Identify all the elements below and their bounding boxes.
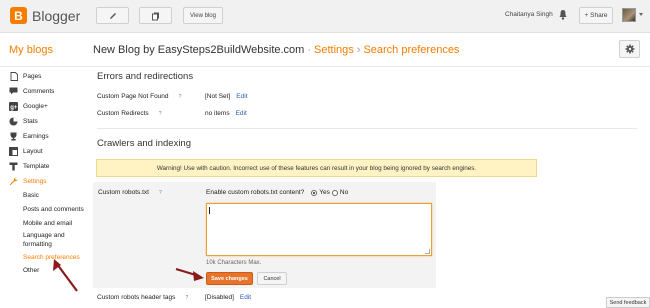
- pencil-icon: [109, 12, 116, 19]
- robots-txt-textarea[interactable]: [206, 203, 432, 256]
- sidebar-item-stats[interactable]: Stats: [9, 116, 38, 126]
- edit-link[interactable]: Edit: [236, 110, 247, 117]
- errors-section-title: Errors and redirections: [97, 71, 194, 82]
- send-feedback-button[interactable]: Send feedback: [606, 297, 650, 308]
- custom-robots-header-tags-label: Custom robots header tags?: [97, 294, 190, 302]
- user-name[interactable]: Chaitanya Singh: [505, 11, 553, 18]
- sidebar-item-layout[interactable]: Layout: [9, 146, 43, 156]
- section-divider: [97, 128, 637, 129]
- breadcrumb-page: Search preferences: [363, 44, 460, 56]
- row-label-text: Custom robots.txt: [98, 189, 149, 196]
- radio-yes-label[interactable]: Yes: [319, 189, 330, 196]
- share-button[interactable]: + Share: [579, 7, 613, 24]
- view-blog-button[interactable]: View blog: [183, 7, 223, 24]
- edit-link[interactable]: Edit: [236, 93, 247, 100]
- save-changes-button[interactable]: Save changes: [206, 272, 253, 285]
- sidebar-item-label: Template: [23, 162, 50, 170]
- breadcrumb-separator: ›: [356, 44, 361, 56]
- custom-page-not-found-value: [Not Set] Edit: [205, 93, 248, 100]
- breadcrumb: New Blog by EasySteps2BuildWebsite.com · S…: [93, 44, 459, 56]
- help-icon[interactable]: ?: [157, 190, 164, 197]
- help-icon[interactable]: ?: [177, 94, 184, 101]
- header-divider: [0, 66, 650, 67]
- row-value-text: [Not Set]: [205, 93, 231, 100]
- sidebar-item-label: Comments: [23, 87, 55, 95]
- warning-banner: Warning! Use with caution. Incorrect use…: [96, 159, 537, 177]
- radio-yes[interactable]: [311, 189, 318, 196]
- help-icon[interactable]: ?: [183, 295, 190, 302]
- avatar[interactable]: [622, 8, 636, 22]
- chevron-down-icon[interactable]: [639, 13, 643, 16]
- custom-robots-panel: Custom robots.txt? Enable custom robots.…: [93, 182, 436, 288]
- edit-link[interactable]: Edit: [240, 294, 251, 301]
- row-value-text: no items: [205, 110, 230, 117]
- row-label-text: Custom Page Not Found: [97, 93, 169, 100]
- row-label-text: Custom robots header tags: [97, 294, 176, 301]
- stats-icon: [9, 117, 18, 126]
- breadcrumb-separator: ·: [307, 44, 312, 56]
- sidebar-item-comments[interactable]: Comments: [9, 86, 54, 96]
- resize-handle[interactable]: [425, 249, 430, 254]
- custom-robots-label: Custom robots.txt?: [98, 189, 164, 197]
- new-post-button[interactable]: [96, 7, 129, 24]
- cancel-button[interactable]: Cancel: [257, 272, 287, 285]
- app-name: Blogger: [32, 7, 81, 24]
- row-label-text: Custom Redirects: [97, 110, 149, 117]
- breadcrumb-settings[interactable]: Settings: [314, 44, 354, 56]
- pages-icon: [9, 71, 18, 81]
- sidebar-item-earnings[interactable]: Earnings: [9, 131, 49, 141]
- custom-redirects-label: Custom Redirects?: [97, 110, 164, 118]
- blog-settings-button[interactable]: [619, 40, 640, 58]
- custom-page-not-found-label: Custom Page Not Found?: [97, 93, 184, 101]
- radio-no[interactable]: [331, 189, 338, 196]
- sidebar-item-settings[interactable]: Settings: [9, 176, 47, 186]
- settings-sub-language-formatting[interactable]: Language and formatting: [23, 231, 83, 249]
- radio-no-label[interactable]: No: [340, 189, 348, 196]
- google-plus-icon: g+: [9, 101, 18, 111]
- custom-redirects-value: no items Edit: [205, 110, 247, 117]
- sidebar-item-google-plus[interactable]: g+ Google+: [9, 101, 48, 111]
- help-icon[interactable]: ?: [157, 111, 164, 118]
- svg-text:g+: g+: [10, 105, 18, 111]
- settings-sub-posts-comments[interactable]: Posts and comments: [23, 205, 84, 214]
- settings-sub-mobile-email[interactable]: Mobile and email: [23, 219, 72, 228]
- comments-icon: [9, 87, 18, 96]
- enable-question: Enable custom robots.txt content?: [206, 189, 305, 196]
- template-icon: [9, 162, 18, 171]
- gear-icon: [625, 44, 634, 54]
- bell-icon[interactable]: [558, 9, 568, 21]
- sidebar-item-label: Earnings: [23, 132, 49, 140]
- posts-list-button[interactable]: [139, 7, 172, 24]
- top-bar: B Blogger View blog Chaitanya Singh + Sh…: [0, 0, 650, 33]
- sidebar-item-label: Stats: [23, 117, 38, 125]
- sidebar-item-template[interactable]: Template: [9, 161, 49, 171]
- sidebar-item-pages[interactable]: Pages: [9, 71, 41, 81]
- crawlers-section-title: Crawlers and indexing: [97, 138, 191, 149]
- custom-robots-header-tags-value: [Disabled] Edit: [205, 294, 251, 301]
- blogger-logo-icon: B: [10, 7, 27, 24]
- copy-icon: [151, 12, 159, 20]
- text-cursor: [209, 207, 210, 214]
- my-blogs-link[interactable]: My blogs: [9, 44, 53, 56]
- settings-sub-search-preferences[interactable]: Search preferences: [23, 253, 80, 262]
- max-characters-note: 10k Characters Max.: [206, 260, 262, 266]
- settings-sub-other[interactable]: Other: [23, 266, 39, 275]
- sidebar-item-label: Layout: [23, 147, 43, 155]
- sidebar-item-label: Google+: [23, 102, 48, 110]
- blogger-logo[interactable]: B Blogger: [10, 7, 80, 24]
- row-value-text: [Disabled]: [205, 294, 234, 301]
- earnings-icon: [9, 132, 18, 141]
- sidebar-item-label: Pages: [23, 72, 42, 80]
- settings-sub-basic[interactable]: Basic: [23, 191, 39, 200]
- sidebar-item-label: Settings: [23, 177, 47, 185]
- layout-icon: [9, 146, 18, 156]
- enable-robots-option: Enable custom robots.txt content? Yes No: [206, 189, 348, 196]
- breadcrumb-blog-name[interactable]: New Blog by EasySteps2BuildWebsite.com: [93, 44, 304, 56]
- wrench-icon: [9, 177, 18, 186]
- annotation-arrow-sidebar: [53, 259, 78, 292]
